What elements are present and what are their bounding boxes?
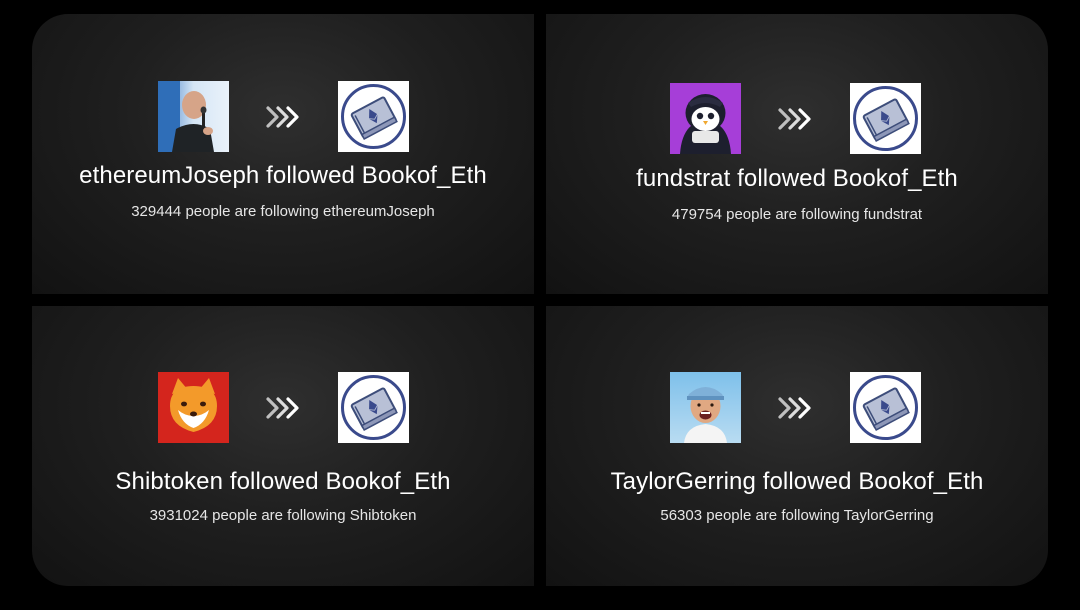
follower-count-text: 329444 people are following ethereumJose… [131,203,435,220]
fundstrat-penguin-avatar [670,83,741,154]
follow-row [32,372,534,443]
follow-title: TaylorGerring followed Bookof_Eth [610,468,984,495]
triple-chevron-right-icon [264,394,302,422]
follow-row [546,83,1048,154]
follow-title: fundstrat followed Bookof_Eth [636,165,958,192]
taylorgerring-avatar [670,372,741,443]
follow-title: ethereumJoseph followed Bookof_Eth [79,162,487,189]
follow-card: Shibtoken followed Bookof_Eth 3931024 pe… [32,306,534,586]
follower-count-text: 3931024 people are following Shibtoken [149,507,417,524]
ethereumjoseph-avatar [158,81,229,152]
follow-card: ethereumJoseph followed Bookof_Eth 32944… [32,14,534,294]
triple-chevron-right-icon [264,103,302,131]
triple-chevron-right-icon [776,394,814,422]
follower-count-text: 56303 people are following TaylorGerring [660,507,934,524]
follow-title: Shibtoken followed Bookof_Eth [115,468,451,495]
follow-row [546,372,1048,443]
shiba-inu-avatar [158,372,229,443]
follow-row [32,81,534,152]
book-of-eth-logo-icon [850,83,921,154]
follow-card: TaylorGerring followed Bookof_Eth 56303 … [546,306,1048,586]
follow-notifications-grid: ethereumJoseph followed Bookof_Eth 32944… [32,14,1048,586]
book-of-eth-logo-icon [850,372,921,443]
follower-count-text: 479754 people are following fundstrat [671,206,923,223]
book-of-eth-logo-icon [338,372,409,443]
book-of-eth-logo-icon [338,81,409,152]
follow-card: fundstrat followed Bookof_Eth 479754 peo… [546,14,1048,294]
triple-chevron-right-icon [776,105,814,133]
